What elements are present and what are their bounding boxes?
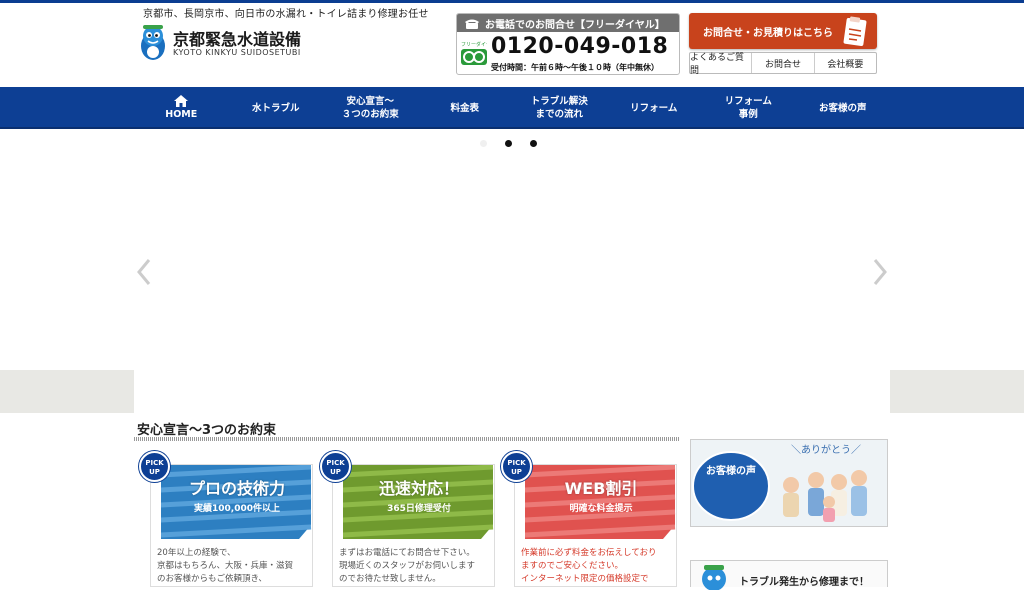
- nav-label: 水トラブル: [251, 102, 300, 114]
- nav-label: お客様の声: [818, 102, 867, 114]
- slider-dots: [480, 140, 537, 147]
- nav-label: リフォーム: [630, 102, 678, 114]
- promise-card-technique[interactable]: プロの技術力 実績100,000件以上 20年以上の経験で、 京都はもちろん、大…: [150, 464, 313, 587]
- nav-item-reform[interactable]: リフォーム: [607, 87, 702, 129]
- logo-japanese-name: 京都緊急水道設備: [173, 30, 302, 49]
- phone-hours: 受付時間：午前６時〜午後１０時（年中無休）: [491, 63, 659, 72]
- phone-box-heading: お電話でのお問合せ【フリーダイヤル】: [485, 19, 665, 31]
- site-logo[interactable]: 京都緊急水道設備 KYOTO KINKYU SUIDOSETUBI: [137, 22, 317, 62]
- card-description: 作業前に必ず料金をお伝えしており ますのでご安心ください。 インターネット限定の…: [521, 548, 657, 584]
- nav-label: 安心宣言〜 ３つのお約束: [341, 96, 399, 120]
- nav-item-price[interactable]: 料金表: [418, 87, 513, 129]
- trouble-flow-text: トラブル発生から修理まで！: [739, 577, 869, 588]
- phone-contact-box[interactable]: お電話でのお問合せ【フリーダイヤル】 フリーダイヤル 0120-049-018 …: [456, 13, 680, 75]
- mascot-logo-icon: [141, 25, 165, 60]
- pick-up-badge: PICK UP: [501, 451, 532, 482]
- promise-card-speed[interactable]: 迅速対応！ 365日修理受付 まずはお電話にてお問合せ下さい。 現場近くのスタッ…: [332, 464, 495, 587]
- svg-text:フリーダイヤル: フリーダイヤル: [461, 41, 487, 48]
- section-divider: [134, 437, 679, 441]
- freedial-icon: フリーダイヤル: [461, 41, 487, 65]
- svg-text:＼ありがとう／: ＼ありがとう／: [791, 443, 861, 456]
- slider-side-panel-right: [890, 370, 1024, 413]
- phone-box-header: お電話でのお問合せ【フリーダイヤル】: [457, 14, 679, 32]
- nav-item-promise[interactable]: 安心宣言〜 ３つのお約束: [323, 87, 418, 129]
- card-description: 20年以上の経験で、 京都はもちろん、大阪・兵庫・滋賀 のお客様からもご依頼頂き…: [157, 548, 294, 584]
- card-subtitle: 明確な料金提示: [569, 504, 633, 514]
- nav-home-label: HOME: [165, 109, 198, 120]
- company-profile-link[interactable]: 会社概要: [815, 53, 876, 73]
- nav-item-flow[interactable]: トラブル解決 までの流れ: [512, 87, 607, 129]
- telephone-icon: [465, 19, 479, 29]
- top-accent-line: [0, 0, 1024, 3]
- contact-button-label: お問合せ・お見積りはこちら: [703, 27, 833, 39]
- section-title: 安心宣言〜3つのお約束: [137, 423, 277, 438]
- card-title: 迅速対応！: [378, 479, 459, 498]
- nav-label: リフォーム 事例: [724, 96, 772, 120]
- card-title: プロの技術力: [188, 479, 285, 498]
- card-description: まずはお電話にてお問合せ下さい。 現場近くのスタッフがお伺いします のでお待たせ…: [339, 548, 476, 584]
- slider-prev-arrow-icon[interactable]: [136, 258, 152, 286]
- nav-item-home[interactable]: HOME: [134, 87, 229, 129]
- nav-label: 料金表: [450, 102, 479, 114]
- card-subtitle: 実績100,000件以上: [194, 504, 280, 514]
- card-subtitle: 365日修理受付: [387, 504, 451, 514]
- faq-link[interactable]: よくあるご質問: [690, 53, 753, 76]
- slider-side-panel-left: [0, 370, 134, 413]
- nav-item-reform-cases[interactable]: リフォーム 事例: [701, 87, 796, 129]
- hero-slider: [0, 131, 1024, 413]
- trouble-flow-banner[interactable]: トラブル発生から修理まで！: [690, 560, 888, 590]
- main-navigation: HOME 水トラブル 安心宣言〜 ３つのお約束 料金表 トラブル解決 までの流れ…: [0, 87, 1024, 129]
- nav-label: トラブル解決 までの流れ: [530, 96, 588, 120]
- customer-voice-banner[interactable]: ＼ありがとう／ お客様の声: [690, 439, 888, 527]
- promise-card-web-discount[interactable]: WEB割引 明確な料金提示 作業前に必ず料金をお伝えしており ますのでご安心くだ…: [514, 464, 677, 587]
- family-photo-illustration-icon: ＼ありがとう／: [692, 443, 867, 522]
- slider-dot[interactable]: [530, 140, 537, 147]
- nav-item-water-trouble[interactable]: 水トラブル: [229, 87, 324, 129]
- pick-up-badge: PICK UP: [139, 451, 170, 482]
- slider-dot-active[interactable]: [505, 140, 512, 147]
- nav-item-customer-voice[interactable]: お客様の声: [796, 87, 891, 129]
- site-tagline: 京都市、長岡京市、向日市の水漏れ・トイレ詰まり修理お任せ: [143, 9, 429, 20]
- slider-dot[interactable]: [480, 140, 487, 147]
- mascot-icon: [702, 565, 726, 590]
- inquiry-link[interactable]: お問合せ: [752, 53, 815, 73]
- header-sublinks: よくあるご質問 お問合せ 会社概要: [689, 52, 877, 76]
- home-icon: [174, 95, 189, 107]
- pick-up-badge: PICK UP: [320, 451, 351, 482]
- phone-number[interactable]: 0120-049-018: [491, 34, 668, 59]
- logo-english-name: KYOTO KINKYU SUIDOSETUBI: [173, 48, 301, 57]
- clipboard-icon: [843, 16, 867, 47]
- slider-next-arrow-icon[interactable]: [872, 258, 888, 286]
- contact-estimate-button[interactable]: お問合せ・お見積りはこちら: [689, 13, 877, 49]
- card-title: WEB割引: [564, 479, 638, 498]
- voice-bubble-text: お客様の声: [706, 466, 756, 477]
